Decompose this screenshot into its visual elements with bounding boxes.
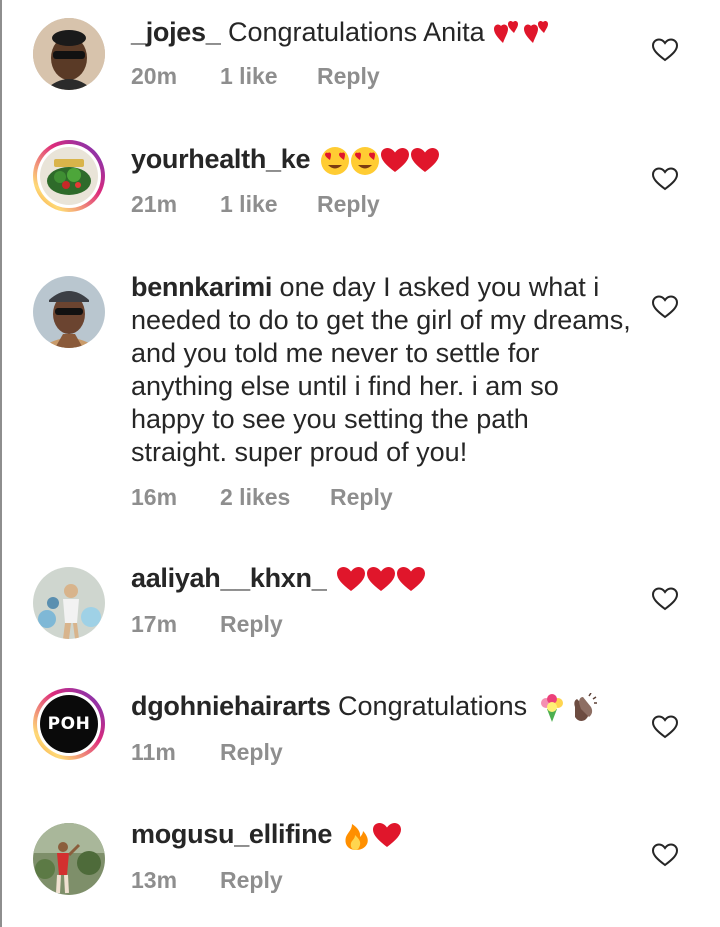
heart-eyes-icon [350, 146, 379, 175]
left-edge-divider [0, 0, 2, 927]
comment-username[interactable]: yourhealth_ke [131, 144, 310, 174]
like-heart-icon[interactable] [652, 38, 678, 62]
comment-body: _jojes_ Congratulations Anita [131, 16, 631, 49]
comment-body: dgohniehairarts Congratulations [131, 690, 631, 723]
comment-time: 17m [131, 611, 178, 637]
reply-button[interactable]: Reply [330, 484, 393, 511]
two-hearts-icon [524, 19, 552, 45]
like-count[interactable]: 2 likes [220, 484, 290, 511]
red-heart-icon [380, 146, 409, 172]
reply-button[interactable]: Reply [220, 611, 283, 638]
comment-text: Congratulations [330, 691, 535, 721]
like-heart-icon[interactable] [652, 843, 678, 867]
comment-time: 16m [131, 484, 178, 510]
like-heart-icon[interactable] [652, 295, 678, 319]
comment-time: 20m [131, 63, 178, 89]
heart-eyes-icon [320, 146, 349, 175]
like-heart-icon[interactable] [652, 167, 678, 191]
comment-text [332, 819, 340, 849]
avatar[interactable] [33, 823, 105, 895]
red-heart-icon [336, 565, 365, 591]
comment-text [310, 144, 318, 174]
comment-time: 13m [131, 867, 178, 893]
avatar[interactable] [33, 18, 105, 90]
reply-button[interactable]: Reply [220, 867, 283, 894]
red-heart-icon [396, 565, 425, 591]
comment-username[interactable]: aaliyah__khxn_ [131, 563, 327, 593]
comment-body: aaliyah__khxn_ [131, 562, 631, 595]
comment-username[interactable]: dgohniehairarts [131, 691, 331, 721]
reply-button[interactable]: Reply [220, 739, 283, 766]
avatar[interactable] [33, 276, 105, 348]
red-heart-icon [410, 146, 439, 172]
bouquet-icon [537, 693, 565, 722]
clapping-hands-icon [567, 693, 597, 721]
reply-button[interactable]: Reply [317, 191, 380, 218]
avatar[interactable] [33, 567, 105, 639]
avatar-story-ring[interactable]: POH [33, 688, 105, 760]
comment-username[interactable]: bennkarimi [131, 272, 272, 302]
red-heart-icon [366, 565, 395, 591]
avatar: POH [40, 695, 98, 753]
comment-time: 11m [131, 739, 176, 765]
comment-body: mogusu_ellifine [131, 818, 631, 851]
comment-text [326, 563, 334, 593]
comment-username[interactable]: _jojes_ [131, 17, 221, 47]
red-heart-icon [372, 821, 401, 847]
like-heart-icon[interactable] [652, 715, 678, 739]
avatar [40, 147, 98, 205]
comment-text: Congratulations Anita [220, 17, 493, 47]
avatar-story-ring[interactable] [33, 140, 105, 212]
comment-body: bennkarimi one day I asked you what i ne… [131, 271, 631, 469]
fire-icon [342, 821, 370, 850]
like-heart-icon[interactable] [652, 587, 678, 611]
reply-button[interactable]: Reply [317, 63, 380, 90]
two-hearts-icon [494, 19, 522, 45]
like-count[interactable]: 1 like [220, 63, 278, 90]
comment-time: 21m [131, 191, 178, 217]
comment-username[interactable]: mogusu_ellifine [131, 819, 332, 849]
logo-text: POH [47, 714, 91, 734]
comment-body: yourhealth_ke [131, 143, 631, 176]
like-count[interactable]: 1 like [220, 191, 278, 218]
